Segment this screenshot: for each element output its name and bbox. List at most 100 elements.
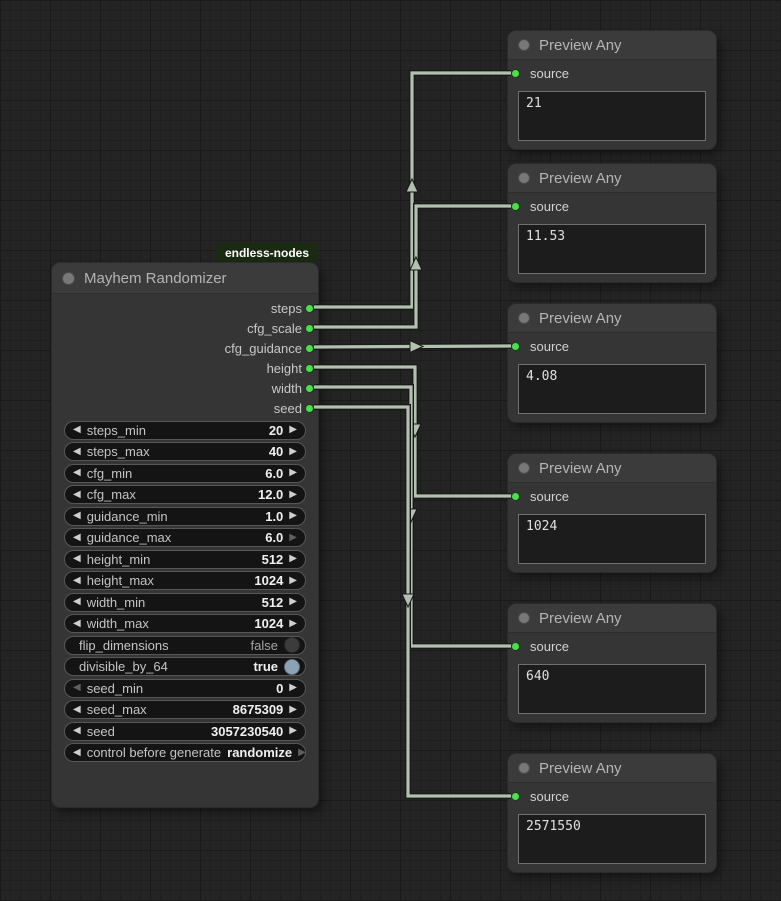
stepper-left-icon[interactable]: ◀ bbox=[73, 683, 81, 693]
preview-node-cfg-guidance[interactable]: Preview Any source 4.08 bbox=[508, 304, 716, 422]
stepper-left-icon[interactable]: ◀ bbox=[73, 576, 81, 586]
input-dot-icon[interactable] bbox=[511, 792, 520, 801]
input-dot-icon[interactable] bbox=[511, 202, 520, 211]
collapse-dot-icon[interactable] bbox=[62, 272, 75, 285]
stepper-left-icon[interactable]: ◀ bbox=[73, 726, 81, 736]
collapse-dot-icon[interactable] bbox=[518, 462, 530, 474]
output-slot-width[interactable]: width bbox=[52, 378, 318, 398]
node-graph-canvas[interactable]: endless-nodes Mayhem Randomizer steps cf… bbox=[0, 0, 781, 901]
stepper-left-icon[interactable]: ◀ bbox=[73, 511, 81, 521]
stepper-left-icon[interactable]: ◀ bbox=[73, 619, 81, 629]
stepper-right-icon[interactable]: ▶ bbox=[289, 683, 297, 693]
preview-node-cfg-scale[interactable]: Preview Any source 11.53 bbox=[508, 164, 716, 282]
widget-width-min[interactable]: ◀width_min512▶ bbox=[64, 593, 306, 612]
stepper-right-icon[interactable]: ▶ bbox=[289, 490, 297, 500]
widget-seed[interactable]: ◀seed3057230540▶ bbox=[64, 722, 306, 741]
preview-value-box[interactable]: 1024 bbox=[518, 514, 706, 564]
widget-steps-min[interactable]: ◀steps_min20▶ bbox=[64, 421, 306, 440]
widget-height-min[interactable]: ◀height_min512▶ bbox=[64, 550, 306, 569]
widget-control-before-generate[interactable]: ◀control before generaterandomize▶ bbox=[64, 743, 306, 762]
input-slot-source[interactable]: source bbox=[508, 60, 716, 87]
preview-value-box[interactable]: 2571550 bbox=[518, 814, 706, 864]
output-slot-cfg-guidance[interactable]: cfg_guidance bbox=[52, 338, 318, 358]
stepper-left-icon[interactable]: ◀ bbox=[73, 490, 81, 500]
stepper-left-icon[interactable]: ◀ bbox=[73, 468, 81, 478]
output-dot-icon[interactable] bbox=[305, 324, 314, 333]
stepper-left-icon[interactable]: ◀ bbox=[73, 425, 81, 435]
input-dot-icon[interactable] bbox=[511, 492, 520, 501]
node-header[interactable]: Preview Any bbox=[508, 754, 716, 783]
input-slot-source[interactable]: source bbox=[508, 633, 716, 660]
preview-node-steps[interactable]: Preview Any source 21 bbox=[508, 31, 716, 149]
stepper-right-icon[interactable]: ▶ bbox=[289, 554, 297, 564]
stepper-left-icon[interactable]: ◀ bbox=[73, 748, 81, 758]
output-dot-icon[interactable] bbox=[305, 384, 314, 393]
node-header[interactable]: Preview Any bbox=[508, 164, 716, 193]
node-header[interactable]: Preview Any bbox=[508, 604, 716, 633]
stepper-right-icon[interactable]: ▶ bbox=[289, 619, 297, 629]
widget-steps-max[interactable]: ◀steps_max40▶ bbox=[64, 442, 306, 461]
output-slot-seed[interactable]: seed bbox=[52, 398, 318, 418]
preview-node-width[interactable]: Preview Any source 640 bbox=[508, 604, 716, 722]
stepper-right-icon[interactable]: ▶ bbox=[289, 597, 297, 607]
stepper-right-icon[interactable]: ▶ bbox=[289, 511, 297, 521]
output-dot-icon[interactable] bbox=[305, 344, 314, 353]
preview-value-box[interactable]: 21 bbox=[518, 91, 706, 141]
node-header[interactable]: Mayhem Randomizer bbox=[52, 263, 318, 294]
output-slot-height[interactable]: height bbox=[52, 358, 318, 378]
stepper-left-icon[interactable]: ◀ bbox=[73, 705, 81, 715]
stepper-right-icon[interactable]: ▶ bbox=[289, 705, 297, 715]
preview-value-box[interactable]: 4.08 bbox=[518, 364, 706, 414]
output-dot-icon[interactable] bbox=[305, 304, 314, 313]
preview-value-box[interactable]: 640 bbox=[518, 664, 706, 714]
toggle-on-icon[interactable] bbox=[284, 659, 300, 675]
widget-divisible-by-64[interactable]: divisible_by_64true bbox=[64, 657, 306, 676]
widget-height-max[interactable]: ◀height_max1024▶ bbox=[64, 571, 306, 590]
preview-value-box[interactable]: 11.53 bbox=[518, 224, 706, 274]
node-header[interactable]: Preview Any bbox=[508, 454, 716, 483]
stepper-left-icon[interactable]: ◀ bbox=[73, 597, 81, 607]
widget-guidance-max[interactable]: ◀guidance_max6.0▶ bbox=[64, 528, 306, 547]
stepper-right-icon[interactable]: ▶ bbox=[298, 748, 306, 758]
collapse-dot-icon[interactable] bbox=[518, 172, 530, 184]
output-slot-cfg-scale[interactable]: cfg_scale bbox=[52, 318, 318, 338]
stepper-right-icon[interactable]: ▶ bbox=[289, 425, 297, 435]
widget-flip-dimensions[interactable]: flip_dimensionsfalse bbox=[64, 636, 306, 655]
stepper-right-icon[interactable]: ▶ bbox=[289, 468, 297, 478]
input-slot-source[interactable]: source bbox=[508, 783, 716, 810]
stepper-right-icon[interactable]: ▶ bbox=[289, 726, 297, 736]
input-slot-source[interactable]: source bbox=[508, 483, 716, 510]
output-dot-icon[interactable] bbox=[305, 364, 314, 373]
widget-width-max[interactable]: ◀width_max1024▶ bbox=[64, 614, 306, 633]
toggle-off-icon[interactable] bbox=[284, 637, 300, 653]
node-header[interactable]: Preview Any bbox=[508, 31, 716, 60]
stepper-left-icon[interactable]: ◀ bbox=[73, 447, 81, 457]
widget-guidance-min[interactable]: ◀guidance_min1.0▶ bbox=[64, 507, 306, 526]
wire-cfg-scale bbox=[314, 206, 511, 327]
input-slot-source[interactable]: source bbox=[508, 193, 716, 220]
preview-node-height[interactable]: Preview Any source 1024 bbox=[508, 454, 716, 572]
output-slot-steps[interactable]: steps bbox=[52, 298, 318, 318]
widget-cfg-min[interactable]: ◀cfg_min6.0▶ bbox=[64, 464, 306, 483]
stepper-right-icon[interactable]: ▶ bbox=[289, 576, 297, 586]
input-slot-source[interactable]: source bbox=[508, 333, 716, 360]
output-dot-icon[interactable] bbox=[305, 404, 314, 413]
input-dot-icon[interactable] bbox=[511, 642, 520, 651]
stepper-right-icon[interactable]: ▶ bbox=[289, 533, 297, 543]
collapse-dot-icon[interactable] bbox=[518, 312, 530, 324]
widget-seed-min[interactable]: ◀seed_min0▶ bbox=[64, 679, 306, 698]
input-dot-icon[interactable] bbox=[511, 342, 520, 351]
collapse-dot-icon[interactable] bbox=[518, 612, 530, 624]
widget-seed-max[interactable]: ◀seed_max8675309▶ bbox=[64, 700, 306, 719]
stepper-right-icon[interactable]: ▶ bbox=[289, 447, 297, 457]
stepper-left-icon[interactable]: ◀ bbox=[73, 533, 81, 543]
collapse-dot-icon[interactable] bbox=[518, 762, 530, 774]
collapse-dot-icon[interactable] bbox=[518, 39, 530, 51]
preview-node-seed[interactable]: Preview Any source 2571550 bbox=[508, 754, 716, 872]
stepper-left-icon[interactable]: ◀ bbox=[73, 554, 81, 564]
node-mayhem-randomizer[interactable]: Mayhem Randomizer steps cfg_scale cfg_gu… bbox=[52, 263, 318, 807]
node-title: Preview Any bbox=[539, 170, 622, 187]
node-header[interactable]: Preview Any bbox=[508, 304, 716, 333]
input-dot-icon[interactable] bbox=[511, 69, 520, 78]
widget-cfg-max[interactable]: ◀cfg_max12.0▶ bbox=[64, 485, 306, 504]
